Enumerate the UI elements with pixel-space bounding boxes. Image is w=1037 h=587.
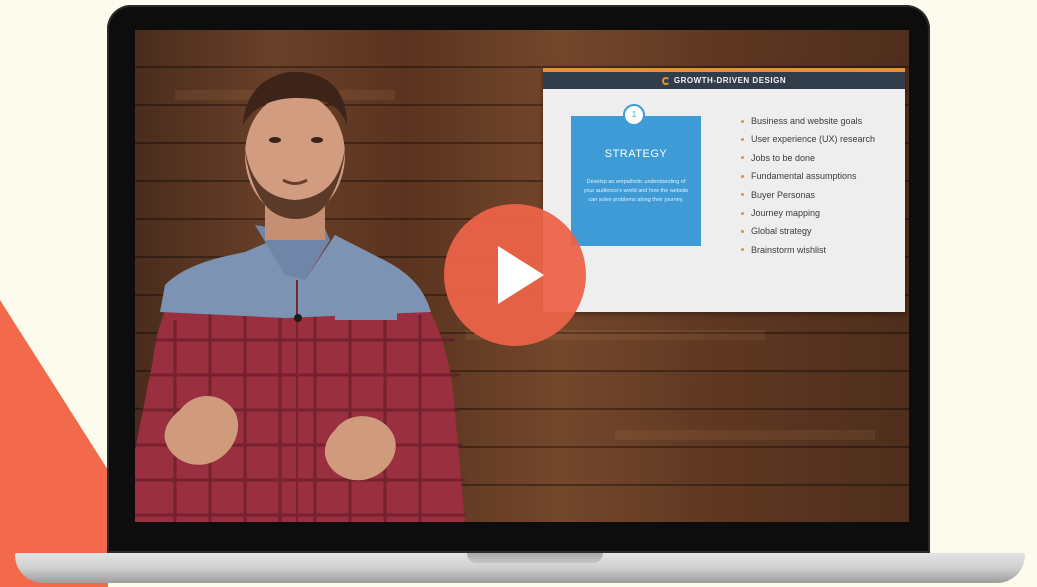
laptop-notch xyxy=(467,553,603,563)
video-player[interactable]: GROWTH-DRIVEN DESIGN 1 STRATEGY Develop … xyxy=(135,30,909,522)
laptop-base xyxy=(15,553,1025,583)
play-icon[interactable] xyxy=(498,246,544,304)
play-button[interactable] xyxy=(444,204,586,346)
